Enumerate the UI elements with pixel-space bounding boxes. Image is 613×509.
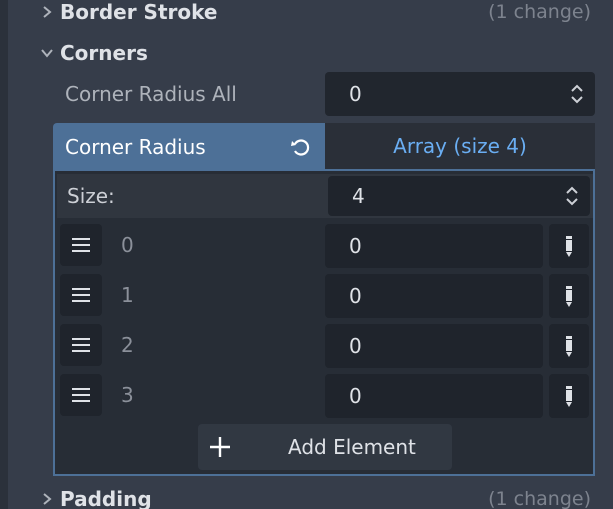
array-editor: Size: 4 0 0 1 0 2 0 3 0 Add Element bbox=[53, 171, 595, 476]
chevron-down-icon bbox=[38, 44, 56, 62]
array-size-field[interactable]: 4 bbox=[328, 176, 590, 216]
element-index: 3 bbox=[121, 383, 134, 407]
revert-icon[interactable] bbox=[289, 136, 311, 158]
element-value-field[interactable]: 0 bbox=[325, 274, 543, 318]
add-element-label: Add Element bbox=[288, 435, 416, 459]
element-index: 0 bbox=[121, 233, 134, 257]
change-count: (1 change) bbox=[488, 1, 591, 23]
section-title: Corners bbox=[60, 41, 148, 65]
element-value-field[interactable]: 0 bbox=[325, 224, 543, 268]
pencil-icon[interactable] bbox=[549, 324, 589, 368]
pencil-icon[interactable] bbox=[549, 224, 589, 268]
field-value: 0 bbox=[349, 82, 362, 106]
field-value: 0 bbox=[349, 234, 362, 258]
element-value-field[interactable]: 0 bbox=[325, 374, 543, 418]
array-element-row: 3 0 bbox=[55, 372, 595, 418]
add-element-button[interactable]: Add Element bbox=[198, 424, 452, 470]
array-element-row: 2 0 bbox=[55, 322, 595, 368]
plus-icon bbox=[208, 435, 232, 459]
array-element-row: 1 0 bbox=[55, 272, 595, 318]
change-count: (1 change) bbox=[488, 488, 591, 509]
array-type-button[interactable]: Array (size 4) bbox=[325, 123, 595, 171]
field-value: 0 bbox=[349, 284, 362, 308]
left-gutter bbox=[0, 0, 8, 509]
chevron-right-icon bbox=[38, 3, 56, 21]
spin-arrows-icon[interactable] bbox=[564, 184, 580, 208]
element-value-field[interactable]: 0 bbox=[325, 324, 543, 368]
drag-handle-icon[interactable] bbox=[60, 274, 102, 316]
property-label: Corner Radius All bbox=[65, 82, 237, 106]
field-value: 0 bbox=[349, 334, 362, 358]
element-index: 1 bbox=[121, 283, 134, 307]
pencil-icon[interactable] bbox=[549, 374, 589, 418]
drag-handle-icon[interactable] bbox=[60, 324, 102, 366]
chevron-right-icon bbox=[38, 490, 56, 508]
drag-handle-icon[interactable] bbox=[60, 224, 102, 266]
size-label: Size: bbox=[67, 184, 115, 208]
section-title: Padding bbox=[60, 487, 152, 509]
array-element-row: 0 0 bbox=[55, 222, 595, 268]
array-property-header[interactable]: Corner Radius bbox=[53, 123, 325, 171]
field-value: 0 bbox=[349, 384, 362, 408]
section-border-stroke[interactable]: Border Stroke (1 change) bbox=[34, 0, 595, 30]
corner-radius-all-field[interactable]: 0 bbox=[325, 72, 595, 116]
spin-arrows-icon[interactable] bbox=[569, 82, 585, 106]
array-property-label: Corner Radius bbox=[65, 135, 206, 159]
pencil-icon[interactable] bbox=[549, 274, 589, 318]
array-type-label: Array (size 4) bbox=[393, 134, 527, 158]
element-index: 2 bbox=[121, 333, 134, 357]
drag-handle-icon[interactable] bbox=[60, 374, 102, 416]
section-corners[interactable]: Corners bbox=[34, 35, 595, 71]
inspector-panel: Border Stroke (1 change) Corners Corner … bbox=[0, 0, 613, 509]
section-padding[interactable]: Padding (1 change) bbox=[34, 481, 595, 509]
section-title: Border Stroke bbox=[60, 0, 218, 24]
field-value: 4 bbox=[352, 184, 365, 208]
